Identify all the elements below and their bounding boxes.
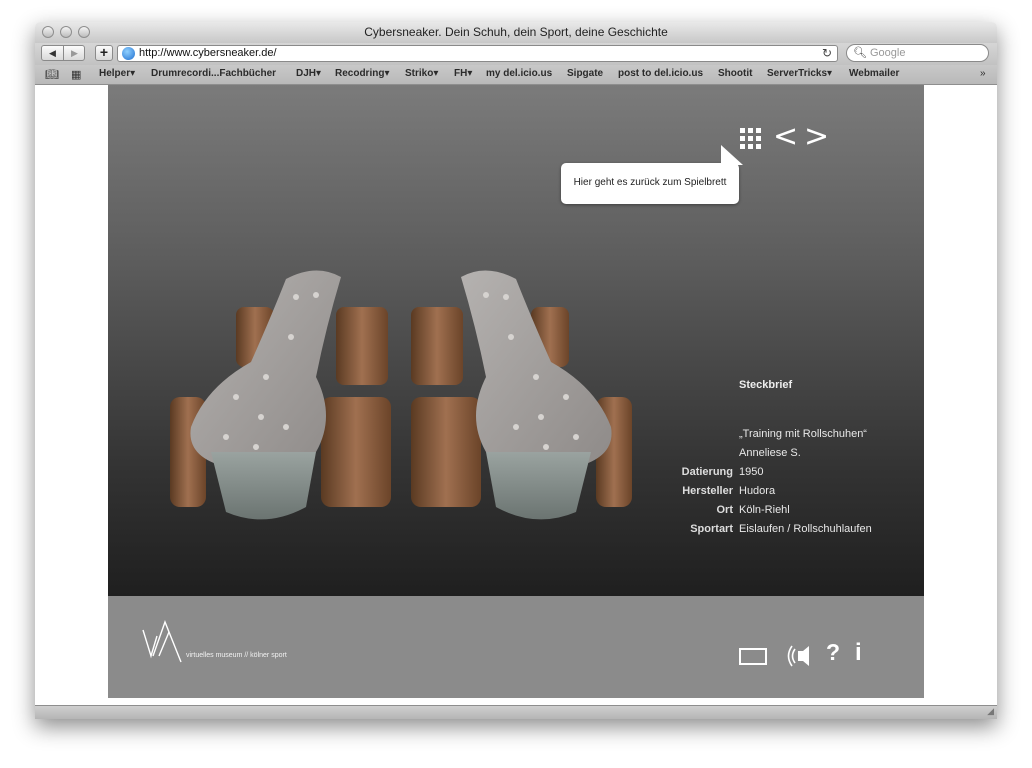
next-arrow-icon[interactable]: > [804,122,829,152]
search-input[interactable]: 🔍︎ Google [846,44,989,62]
tooltip: Hier geht es zurück zum Spielbrett [561,145,743,204]
help-icon[interactable]: ? [826,639,840,666]
top-sites-icon[interactable]: ▦ [71,68,81,81]
window-title: Cybersneaker. Dein Schuh, dein Sport, de… [364,25,668,39]
bookmark-item[interactable]: Helper▾ [99,68,135,79]
page-content: < > Hier geht es zurück zum Spielbrett S… [35,85,997,705]
globe-icon [122,47,135,60]
info-icon[interactable]: i [855,639,862,667]
info-value-sportart: Eislaufen / Rollschuhlaufen [739,523,872,535]
info-value-hersteller: Hudora [739,485,776,497]
nav-button-group: ◀ ▶ [41,45,85,61]
bookmark-item[interactable]: my del.icio.us [486,68,552,79]
bookmark-item[interactable]: DJH▾ [296,68,321,79]
previous-arrow-icon[interactable]: < [773,122,798,152]
sound-icon[interactable] [787,643,815,669]
back-icon[interactable]: ◀ [42,46,64,60]
info-value-ort: Köln-Riehl [739,504,790,516]
bookmark-item[interactable]: Drumrecordi...Fachbücher [151,68,276,79]
overflow-chevron-icon[interactable]: » [980,68,986,79]
search-placeholder: Google [870,47,906,59]
title-bar: Cybersneaker. Dein Schuh, dein Sport, de… [35,22,997,44]
info-label-sportart: Sportart [690,523,733,535]
info-quote: „Training mit Rollschuhen“ [739,428,867,440]
address-bar[interactable]: http://www.cybersneaker.de/ ↻ [117,45,838,62]
screen-icon[interactable] [739,648,767,665]
bookmark-item[interactable]: post to del.icio.us [618,68,703,79]
resize-grip-icon[interactable]: ◢ [987,706,994,717]
museum-logo[interactable] [141,618,191,663]
bookmark-item[interactable]: Sipgate [567,68,603,79]
info-title: Steckbrief [739,379,793,391]
info-person: Anneliese S. [739,447,801,459]
tooltip-tail [721,145,743,165]
bookmark-item[interactable]: Shootit [718,68,752,79]
url-text: http://www.cybersneaker.de/ [139,47,277,59]
info-label-ort: Ort [716,504,734,516]
search-icon: 🔍︎ [853,47,867,59]
museum-logo-text: virtuelles museum // kölner sport [186,652,287,659]
browser-window: Cybersneaker. Dein Schuh, dein Sport, de… [35,22,997,719]
info-label-hersteller: Hersteller [682,485,733,497]
bookmarks-bar: 📖︎ ▦ Helper▾ Drumrecordi...Fachbücher DJ… [35,65,997,85]
bookmark-item[interactable]: ServerTricks▾ [767,68,832,79]
reload-icon[interactable]: ↻ [822,46,832,61]
roller-skates-image [170,270,632,520]
bookmark-item[interactable]: FH▾ [454,68,472,79]
bookmark-item[interactable]: Striko▾ [405,68,438,79]
browser-toolbar: ◀ ▶ + http://www.cybersneaker.de/ ↻ 🔍︎ G… [35,43,997,65]
tooltip-text: Hier geht es zurück zum Spielbrett [573,177,727,188]
add-bookmark-button[interactable]: + [95,45,113,61]
forward-icon[interactable]: ▶ [64,46,85,60]
info-label-datierung: Datierung [681,466,733,478]
grid-icon[interactable] [740,128,761,149]
site-footer: virtuelles museum // kölner sport ? i [108,596,924,698]
info-value-datierung: 1950 [739,466,764,478]
exhibit-stage: < > Hier geht es zurück zum Spielbrett S… [108,85,924,596]
bookmark-item[interactable]: Recodring▾ [335,68,389,79]
bookmark-item[interactable]: Webmailer [849,68,899,79]
book-icon[interactable]: 📖︎ [45,68,59,81]
status-bar: ◢ [35,705,997,719]
